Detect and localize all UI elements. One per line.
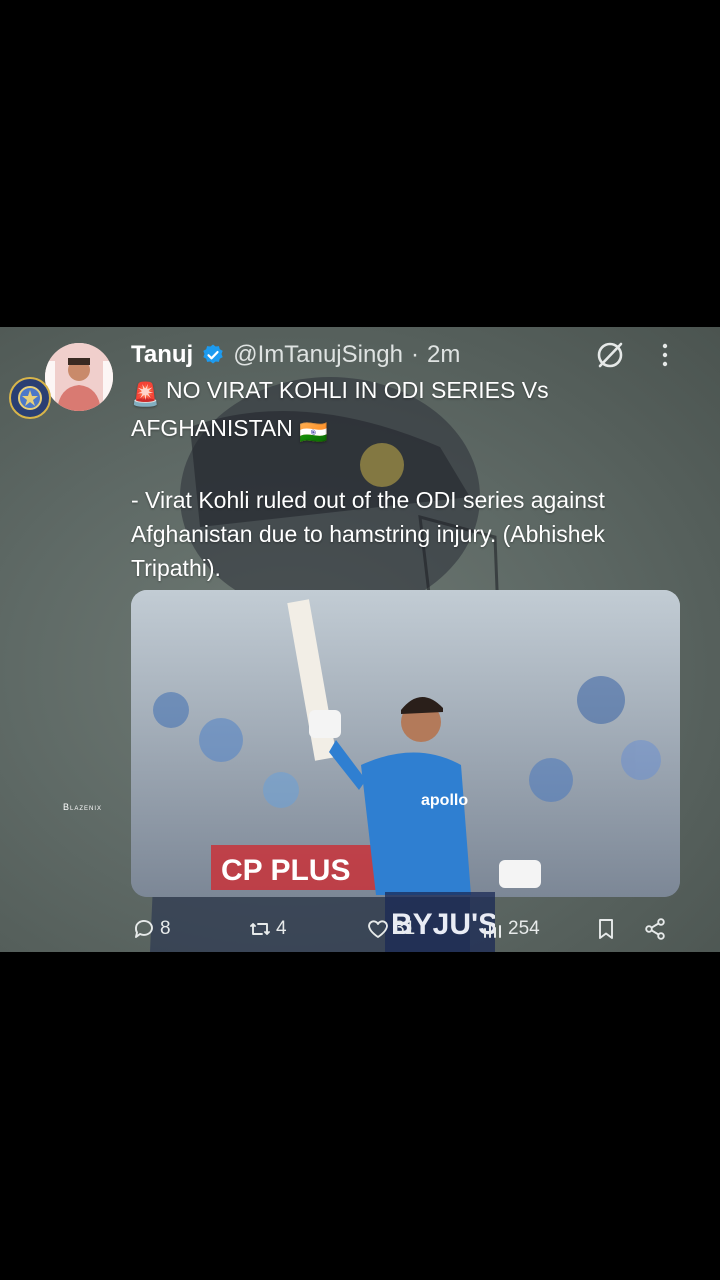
tweet-headline-line1: 🚨 NO VIRAT KOHLI IN ODI SERIES Vs [131, 373, 691, 411]
author-handle[interactable]: @ImTanujSingh [233, 341, 403, 369]
india-flag-emoji: 🇮🇳 [299, 419, 328, 445]
reply-count: 8 [160, 918, 171, 939]
tweet-headline-line2: AFGHANISTAN 🇮🇳 [131, 411, 691, 449]
verified-badge-icon [203, 344, 223, 364]
watermark: Blazenix [63, 802, 103, 812]
header-separator: · [411, 341, 419, 368]
headline-text-1: NO VIRAT KOHLI IN ODI SERIES Vs [166, 377, 549, 403]
author-avatar[interactable] [45, 343, 113, 411]
more-options-icon[interactable] [655, 341, 675, 369]
views-button[interactable]: 254 [480, 915, 540, 943]
jersey-sponsor-text: apollo [421, 792, 468, 809]
repost-count: 4 [276, 918, 287, 939]
tweet-text: 🚨 NO VIRAT KOHLI IN ODI SERIES Vs AFGHAN… [131, 373, 691, 585]
tweet-body: - Virat Kohli ruled out of the ODI serie… [131, 487, 605, 581]
tweet-card[interactable]: Tanuj @ImTanujSingh · 2m 🚨 NO VIRAT KOHL… [0, 327, 720, 952]
share-icon [645, 918, 665, 940]
post-time[interactable]: 2m [427, 341, 460, 369]
like-button[interactable]: 31 [366, 915, 415, 943]
reply-button[interactable]: 8 [132, 915, 171, 943]
media-photo: CP PLUS apollo [131, 590, 680, 897]
views-icon [484, 922, 501, 938]
repost-icon [250, 923, 270, 935]
headline-text-2: AFGHANISTAN [131, 415, 293, 441]
bcci-logo-icon [9, 377, 51, 419]
author-name[interactable]: Tanuj [131, 341, 193, 369]
tweet-actions-bar: 8 4 31 254 [0, 911, 720, 947]
repost-button[interactable]: 4 [248, 915, 287, 943]
avatar-image [45, 343, 113, 411]
ad-board-text: CP PLUS [221, 854, 350, 887]
bookmark-button[interactable] [594, 915, 618, 943]
tweet-header: Tanuj @ImTanujSingh · 2m [131, 339, 460, 371]
like-count: 31 [394, 918, 416, 939]
screen: Tanuj @ImTanujSingh · 2m 🚨 NO VIRAT KOHL… [0, 0, 720, 1280]
share-button[interactable] [643, 915, 667, 943]
bookmark-icon [599, 919, 613, 939]
reply-icon [135, 920, 153, 938]
views-count: 254 [508, 918, 540, 939]
like-icon [368, 920, 388, 938]
grok-icon[interactable] [594, 339, 626, 371]
alert-emoji: 🚨 [131, 381, 160, 407]
tweet-media-image[interactable]: CP PLUS apollo [131, 590, 680, 897]
